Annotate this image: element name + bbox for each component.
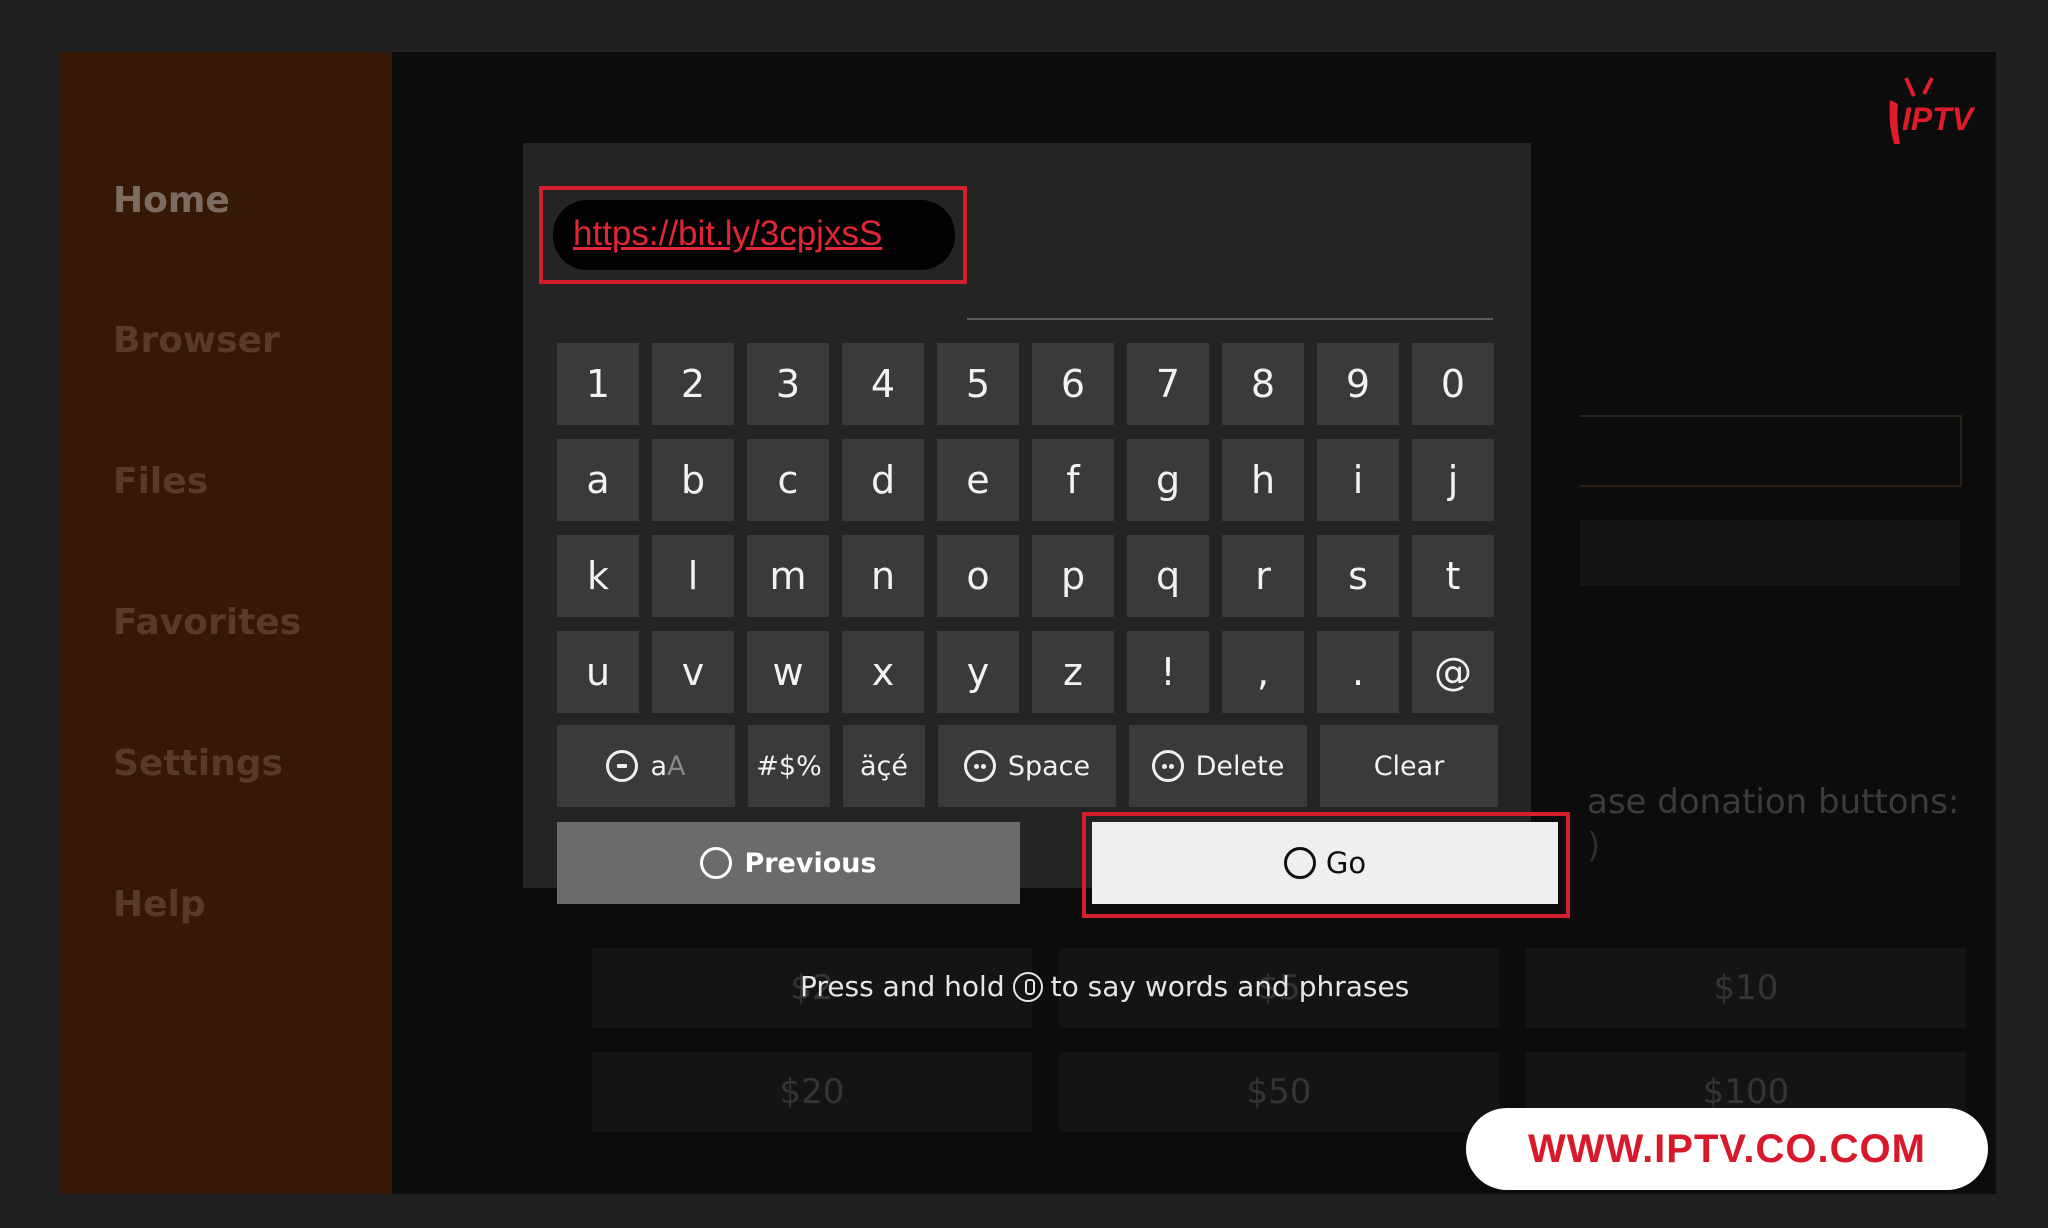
accents-key[interactable]: äçé [843, 725, 925, 807]
logo-text: IPTV [1902, 101, 1976, 137]
donation-text-line2: ) [1587, 826, 1601, 866]
on-screen-keyboard: https://bit.ly/3cpjxsS 1234567890abcdefg… [523, 143, 1570, 918]
key-r[interactable]: r [1222, 535, 1304, 617]
hint-text-before: Press and hold [800, 970, 1005, 1003]
key-q[interactable]: q [1127, 535, 1209, 617]
input-underline [967, 318, 1493, 320]
key-c[interactable]: c [747, 439, 829, 521]
key-o[interactable]: o [937, 535, 1019, 617]
space-label: Space [1007, 750, 1091, 782]
key-symbol[interactable]: @ [1412, 631, 1494, 713]
key-a[interactable]: a [557, 439, 639, 521]
symbols-key[interactable]: #$% [748, 725, 830, 807]
key-1[interactable]: 1 [557, 343, 639, 425]
key-b[interactable]: b [652, 439, 734, 521]
key-m[interactable]: m [747, 535, 829, 617]
key-k[interactable]: k [557, 535, 639, 617]
key-d[interactable]: d [842, 439, 924, 521]
key-s[interactable]: s [1317, 535, 1399, 617]
key-symbol[interactable]: ! [1127, 631, 1209, 713]
key-7[interactable]: 7 [1127, 343, 1209, 425]
key-t[interactable]: t [1412, 535, 1494, 617]
background-input-field [1580, 415, 1962, 487]
key-y[interactable]: y [937, 631, 1019, 713]
previous-button[interactable]: Previous [557, 822, 1020, 904]
key-u[interactable]: u [557, 631, 639, 713]
url-highlight-frame: https://bit.ly/3cpjxsS [539, 186, 967, 284]
sidebar-item-help[interactable]: Help [113, 884, 206, 925]
previous-label: Previous [744, 847, 877, 879]
case-toggle-key[interactable]: aA [557, 725, 735, 807]
key-6[interactable]: 6 [1032, 343, 1114, 425]
key-p[interactable]: p [1032, 535, 1114, 617]
menu-button-icon [700, 847, 733, 879]
donate-amount-button[interactable]: $10 [1526, 948, 1966, 1028]
banner-text: WWW.IPTV.CO.COM [1528, 1126, 1926, 1171]
key-8[interactable]: 8 [1222, 343, 1304, 425]
sidebar: Home Browser Files Favorites Settings He… [60, 52, 392, 1194]
sidebar-item-browser[interactable]: Browser [113, 320, 280, 361]
key-x[interactable]: x [842, 631, 924, 713]
sidebar-item-favorites[interactable]: Favorites [113, 602, 301, 643]
key-i[interactable]: i [1317, 439, 1399, 521]
website-banner: WWW.IPTV.CO.COM [1466, 1108, 1988, 1190]
tv-screen: Home Browser Files Favorites Settings He… [60, 52, 1996, 1194]
iptv-logo: IPTV [1889, 77, 1976, 144]
go-label: Go [1325, 846, 1367, 880]
url-input-value: https://bit.ly/3cpjxsS [573, 214, 883, 253]
key-3[interactable]: 3 [747, 343, 829, 425]
key-4[interactable]: 4 [842, 343, 924, 425]
play-pause-icon [1283, 847, 1316, 879]
key-9[interactable]: 9 [1317, 343, 1399, 425]
remote-button-icon [606, 750, 639, 782]
key-5[interactable]: 5 [937, 343, 1019, 425]
background-band [1580, 520, 1960, 586]
key-2[interactable]: 2 [652, 343, 734, 425]
delete-label: Delete [1195, 750, 1285, 782]
donation-text: ase donation buttons: [1587, 782, 1960, 822]
clear-key[interactable]: Clear [1320, 725, 1498, 807]
key-w[interactable]: w [747, 631, 829, 713]
key-0[interactable]: 0 [1412, 343, 1494, 425]
key-g[interactable]: g [1127, 439, 1209, 521]
key-f[interactable]: f [1032, 439, 1114, 521]
donate-amount-button[interactable]: $50 [1059, 1052, 1499, 1132]
voice-hint: Press and hold to say words and phrases [800, 970, 1409, 1003]
url-input[interactable]: https://bit.ly/3cpjxsS [553, 200, 955, 270]
key-n[interactable]: n [842, 535, 924, 617]
key-v[interactable]: v [652, 631, 734, 713]
key-l[interactable]: l [652, 535, 734, 617]
remote-button-icon [963, 750, 996, 782]
key-h[interactable]: h [1222, 439, 1304, 521]
go-button[interactable]: Go [1092, 822, 1558, 904]
remote-button-icon [1151, 750, 1184, 782]
sidebar-item-files[interactable]: Files [113, 461, 208, 502]
key-z[interactable]: z [1032, 631, 1114, 713]
key-symbol[interactable]: , [1222, 631, 1304, 713]
donate-amount-button[interactable]: $20 [592, 1052, 1032, 1132]
sidebar-item-settings[interactable]: Settings [113, 743, 283, 784]
delete-key[interactable]: Delete [1129, 725, 1307, 807]
case-upper-label: A [667, 750, 686, 782]
case-lower-label: a [650, 750, 668, 782]
key-e[interactable]: e [937, 439, 1019, 521]
hint-text-after: to say words and phrases [1050, 970, 1410, 1003]
key-j[interactable]: j [1412, 439, 1494, 521]
key-symbol[interactable]: . [1317, 631, 1399, 713]
microphone-icon [1012, 971, 1043, 1002]
sidebar-item-home[interactable]: Home [113, 180, 230, 221]
space-key[interactable]: Space [938, 725, 1116, 807]
